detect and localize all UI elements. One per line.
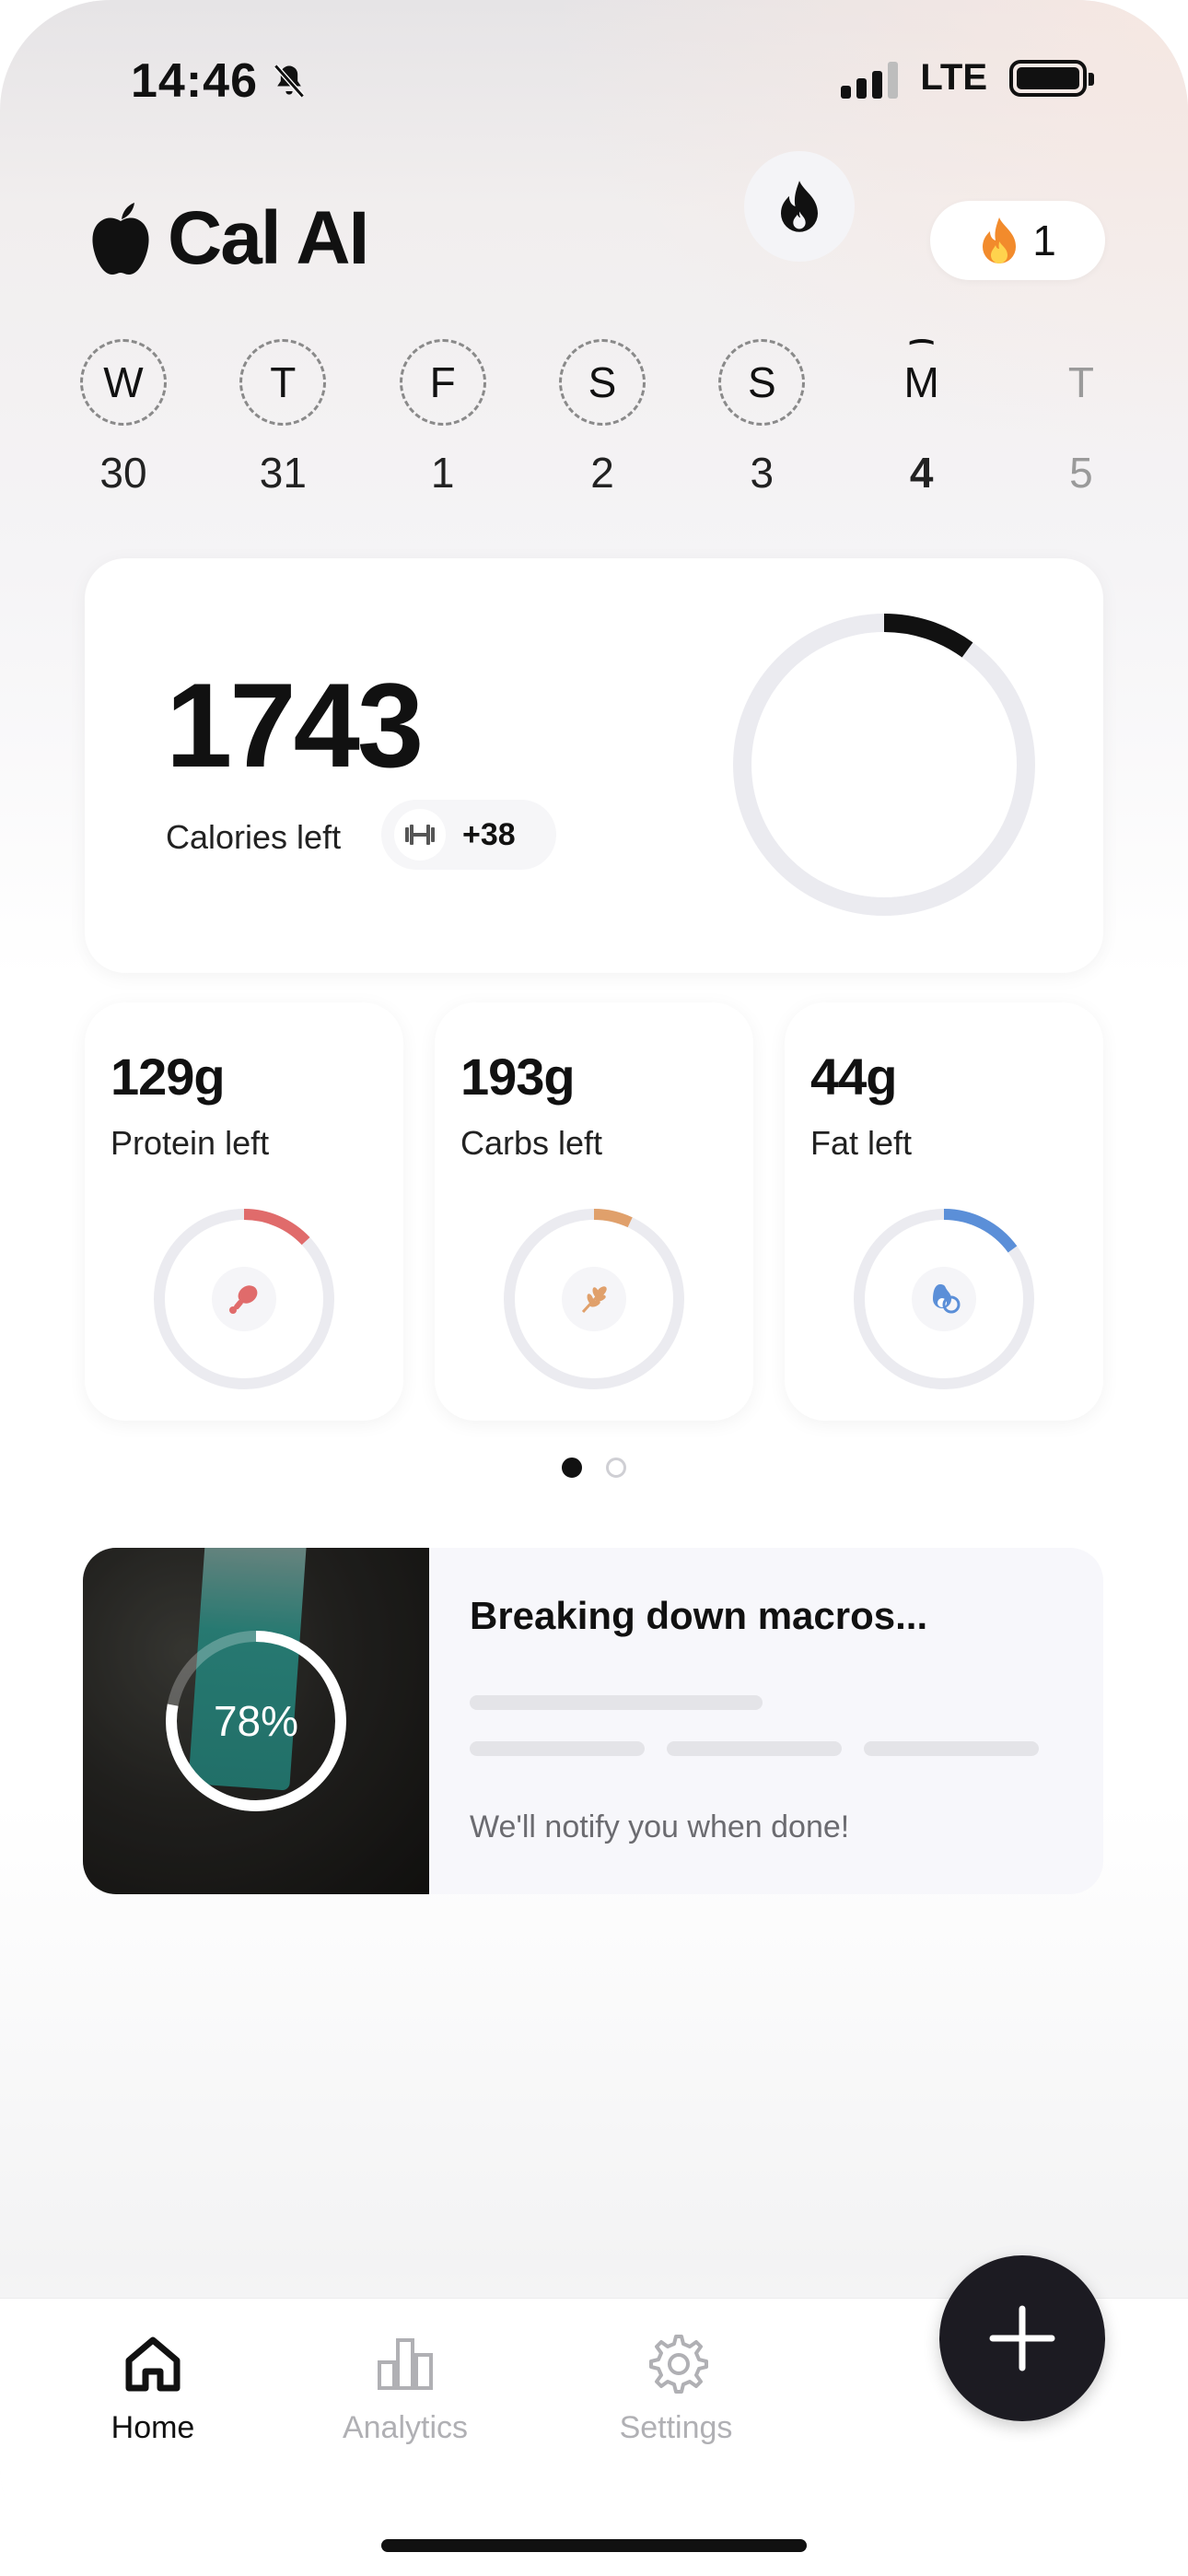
fat-label: Fat left xyxy=(810,1124,913,1162)
status-time-text: 14:46 xyxy=(131,54,258,108)
day-4[interactable]: S3 xyxy=(716,339,808,498)
protein-label: Protein left xyxy=(111,1124,270,1162)
status-time: 14:46 xyxy=(131,53,309,109)
day-6[interactable]: T5 xyxy=(1035,339,1127,498)
day-date: 4 xyxy=(909,449,934,497)
avocado-icon xyxy=(912,1267,976,1331)
day-5[interactable]: M4 xyxy=(876,339,968,498)
network-label: LTE xyxy=(920,57,987,98)
skeleton-line xyxy=(864,1741,1039,1756)
skeleton-line xyxy=(470,1741,645,1756)
macro-card-fat[interactable]: 44g Fat left xyxy=(785,1002,1103,1421)
analysis-progress-text: 78% xyxy=(213,1697,299,1745)
status-right: LTE xyxy=(841,57,1094,99)
calories-left-label: Calories left xyxy=(166,818,342,856)
bell-slash-icon xyxy=(274,64,305,99)
pager-dots xyxy=(0,1458,1188,1478)
tab-analytics[interactable]: Analytics xyxy=(313,2331,497,2446)
analysis-note: We'll notify you when done! xyxy=(470,1809,850,1844)
burned-calories-value: +38 xyxy=(462,816,516,852)
day-letter: W xyxy=(80,339,167,426)
day-letter: S xyxy=(718,339,806,426)
fat-value: 44g xyxy=(810,1048,897,1106)
day-letter: T xyxy=(239,339,327,426)
day-date: 31 xyxy=(259,449,307,497)
calories-flame-icon xyxy=(744,151,855,262)
day-0[interactable]: W 30 xyxy=(77,339,169,498)
tab-analytics-label: Analytics xyxy=(342,2410,469,2445)
brand: Cal AI xyxy=(87,195,369,282)
apple-logo-icon xyxy=(92,203,149,275)
signal-icon xyxy=(841,58,899,99)
tab-settings[interactable]: Settings xyxy=(584,2331,768,2446)
day-letter: T xyxy=(1067,358,1095,406)
calories-card[interactable]: 1743 Calories left +38 xyxy=(85,558,1103,973)
carbs-value: 193g xyxy=(460,1048,576,1106)
day-date: 2 xyxy=(590,449,614,497)
app-title: Cal AI xyxy=(168,196,369,280)
tab-settings-label: Settings xyxy=(619,2410,733,2445)
plus-icon xyxy=(989,2305,1055,2371)
calories-left-value: 1743 xyxy=(166,658,424,792)
add-button[interactable] xyxy=(939,2255,1105,2421)
home-icon xyxy=(125,2336,181,2392)
day-1[interactable]: T 31 xyxy=(237,339,329,498)
tab-home[interactable]: Home xyxy=(61,2331,245,2446)
macro-card-carbs[interactable]: 193g Carbs left xyxy=(435,1002,753,1421)
dumbbell-icon xyxy=(394,809,446,861)
home-indicator[interactable] xyxy=(381,2539,807,2552)
burned-calories-pill[interactable]: +38 xyxy=(381,800,556,870)
food-analysis-card[interactable]: 78% Breaking down macros... We'll notify… xyxy=(83,1548,1103,1894)
gear-icon xyxy=(649,2335,708,2394)
analysis-title: Breaking down macros... xyxy=(470,1594,928,1637)
carbs-label: Carbs left xyxy=(460,1124,603,1162)
week-strip: W 30 T 31 F 1 S 2 S 3 M 4 T 5 xyxy=(77,339,1127,498)
tab-home-label: Home xyxy=(111,2410,195,2445)
day-letter: M xyxy=(879,339,965,426)
day-2[interactable]: F1 xyxy=(397,339,489,498)
skeleton-line xyxy=(470,1695,763,1710)
day-date: 1 xyxy=(430,449,455,497)
day-date: 5 xyxy=(1069,449,1093,497)
day-letter: S xyxy=(558,339,646,426)
day-date: 30 xyxy=(99,449,147,497)
flame-icon xyxy=(983,217,1017,263)
streak-count: 1 xyxy=(1032,217,1056,264)
pager-dot-1[interactable] xyxy=(562,1458,582,1478)
macro-card-protein[interactable]: 129g Protein left xyxy=(85,1002,403,1421)
bar-chart-icon xyxy=(378,2338,433,2390)
battery-icon xyxy=(1009,59,1094,97)
day-date: 3 xyxy=(750,449,775,497)
protein-value: 129g xyxy=(111,1048,226,1106)
pager-dot-2[interactable] xyxy=(606,1458,626,1478)
wheat-icon xyxy=(562,1267,626,1331)
calories-ring xyxy=(733,614,1035,916)
day-3[interactable]: S2 xyxy=(556,339,648,498)
day-letter: F xyxy=(399,339,486,426)
drumstick-icon xyxy=(212,1267,276,1331)
food-photo: 78% xyxy=(83,1548,429,1894)
app-screen: 14:46 LTE Cal AI 1 W 30 T 31 F 1 S 2 S 3 M 4 T 5 17 xyxy=(0,0,1188,2576)
streak-badge[interactable]: 1 xyxy=(930,201,1105,280)
skeleton-line xyxy=(667,1741,842,1756)
